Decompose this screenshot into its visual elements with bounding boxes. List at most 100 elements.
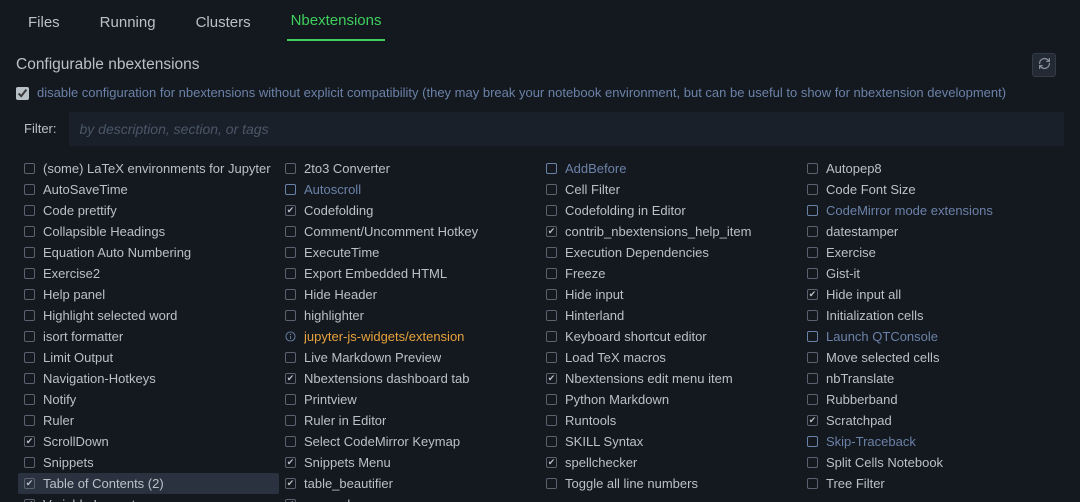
extension-checkbox[interactable] <box>285 373 296 384</box>
extension-row[interactable]: nbTranslate <box>801 368 1062 389</box>
extension-checkbox[interactable] <box>24 247 35 258</box>
extension-checkbox[interactable] <box>807 310 818 321</box>
extension-checkbox[interactable] <box>546 394 557 405</box>
extension-row[interactable]: Codefolding <box>279 200 540 221</box>
extension-checkbox[interactable] <box>24 415 35 426</box>
extension-checkbox[interactable] <box>285 163 296 174</box>
extension-row[interactable]: Snippets <box>18 452 279 473</box>
extension-checkbox[interactable] <box>285 415 296 426</box>
extension-row[interactable]: Hinterland <box>540 305 801 326</box>
extension-row[interactable]: Exercise2 <box>18 263 279 284</box>
extension-row[interactable]: Hide input all <box>801 284 1062 305</box>
extension-checkbox[interactable] <box>24 226 35 237</box>
extension-checkbox[interactable] <box>807 205 818 216</box>
extension-checkbox[interactable] <box>546 226 557 237</box>
extension-checkbox[interactable] <box>807 436 818 447</box>
extension-checkbox[interactable] <box>24 205 35 216</box>
extension-checkbox[interactable] <box>24 163 35 174</box>
extension-row[interactable]: table_beautifier <box>279 473 540 494</box>
extension-row[interactable]: Nbextensions edit menu item <box>540 368 801 389</box>
extension-checkbox[interactable] <box>807 478 818 489</box>
extension-row[interactable]: zenmode <box>279 494 540 502</box>
extension-checkbox[interactable] <box>24 436 35 447</box>
extension-checkbox[interactable] <box>24 478 35 489</box>
extension-row[interactable]: Cell Filter <box>540 179 801 200</box>
extension-checkbox[interactable] <box>285 436 296 447</box>
extension-checkbox[interactable] <box>285 205 296 216</box>
extension-row[interactable]: Code prettify <box>18 200 279 221</box>
extension-checkbox[interactable] <box>285 352 296 363</box>
extension-row[interactable]: Runtools <box>540 410 801 431</box>
extension-row[interactable]: Rubberband <box>801 389 1062 410</box>
extension-checkbox[interactable] <box>24 457 35 468</box>
tab-running[interactable]: Running <box>96 10 160 41</box>
extension-row[interactable]: Freeze <box>540 263 801 284</box>
extension-checkbox[interactable] <box>285 268 296 279</box>
extension-row[interactable]: Scratchpad <box>801 410 1062 431</box>
extension-checkbox[interactable] <box>24 184 35 195</box>
extension-checkbox[interactable] <box>546 352 557 363</box>
extension-row[interactable]: CodeMirror mode extensions <box>801 200 1062 221</box>
extension-checkbox[interactable] <box>546 184 557 195</box>
extension-row[interactable]: Code Font Size <box>801 179 1062 200</box>
extension-checkbox[interactable] <box>285 457 296 468</box>
extension-row[interactable]: Nbextensions dashboard tab <box>279 368 540 389</box>
extension-row[interactable]: Execution Dependencies <box>540 242 801 263</box>
extension-checkbox[interactable] <box>24 310 35 321</box>
extension-checkbox[interactable] <box>24 331 35 342</box>
extension-checkbox[interactable] <box>546 289 557 300</box>
extension-checkbox[interactable] <box>546 436 557 447</box>
extension-checkbox[interactable] <box>546 415 557 426</box>
extension-row[interactable]: Export Embedded HTML <box>279 263 540 284</box>
extension-checkbox[interactable] <box>807 184 818 195</box>
tab-files[interactable]: Files <box>24 10 64 41</box>
extension-row[interactable]: Autoscroll <box>279 179 540 200</box>
extension-row[interactable]: AddBefore <box>540 158 801 179</box>
extension-checkbox[interactable] <box>807 268 818 279</box>
extension-row[interactable]: (some) LaTeX environments for Jupyter <box>18 158 279 179</box>
compat-label[interactable]: disable configuration for nbextensions w… <box>37 85 1006 102</box>
extension-row[interactable]: Notify <box>18 389 279 410</box>
extension-checkbox[interactable] <box>807 163 818 174</box>
extension-row[interactable]: contrib_nbextensions_help_item <box>540 221 801 242</box>
extension-row[interactable]: highlighter <box>279 305 540 326</box>
extension-row[interactable]: Codefolding in Editor <box>540 200 801 221</box>
extension-checkbox[interactable] <box>546 310 557 321</box>
extension-row[interactable]: Highlight selected word <box>18 305 279 326</box>
extension-checkbox[interactable] <box>24 289 35 300</box>
extension-row[interactable]: isort formatter <box>18 326 279 347</box>
compat-checkbox[interactable] <box>16 87 29 100</box>
extension-row[interactable]: Live Markdown Preview <box>279 347 540 368</box>
extension-row[interactable]: Python Markdown <box>540 389 801 410</box>
extension-checkbox[interactable] <box>285 394 296 405</box>
extension-row[interactable]: Help panel <box>18 284 279 305</box>
extension-row[interactable]: Autopep8 <box>801 158 1062 179</box>
extension-row[interactable]: Skip-Traceback <box>801 431 1062 452</box>
extension-checkbox[interactable] <box>807 457 818 468</box>
extension-row[interactable]: Printview <box>279 389 540 410</box>
extension-checkbox[interactable] <box>285 478 296 489</box>
extension-row[interactable]: SKILL Syntax <box>540 431 801 452</box>
filter-input[interactable] <box>69 112 1065 146</box>
extension-checkbox[interactable] <box>285 247 296 258</box>
extension-checkbox[interactable] <box>807 352 818 363</box>
extension-row[interactable]: Navigation-Hotkeys <box>18 368 279 389</box>
extension-checkbox[interactable] <box>285 289 296 300</box>
extension-row[interactable]: Ruler in Editor <box>279 410 540 431</box>
extension-checkbox[interactable] <box>807 373 818 384</box>
extension-row[interactable]: Variable Inspector <box>18 494 279 502</box>
extension-row[interactable]: Table of Contents (2) <box>18 473 279 494</box>
extension-row[interactable]: Keyboard shortcut editor <box>540 326 801 347</box>
extension-checkbox[interactable] <box>546 247 557 258</box>
extension-checkbox[interactable] <box>807 289 818 300</box>
extension-row[interactable]: Hide Header <box>279 284 540 305</box>
refresh-button[interactable] <box>1032 53 1056 77</box>
extension-row[interactable]: Hide input <box>540 284 801 305</box>
extension-row[interactable]: Initialization cells <box>801 305 1062 326</box>
tab-nbextensions[interactable]: Nbextensions <box>287 8 386 41</box>
extension-checkbox[interactable] <box>546 205 557 216</box>
extension-row[interactable]: Split Cells Notebook <box>801 452 1062 473</box>
extension-row[interactable]: AutoSaveTime <box>18 179 279 200</box>
extension-row[interactable]: Load TeX macros <box>540 347 801 368</box>
extension-row[interactable]: Toggle all line numbers <box>540 473 801 494</box>
